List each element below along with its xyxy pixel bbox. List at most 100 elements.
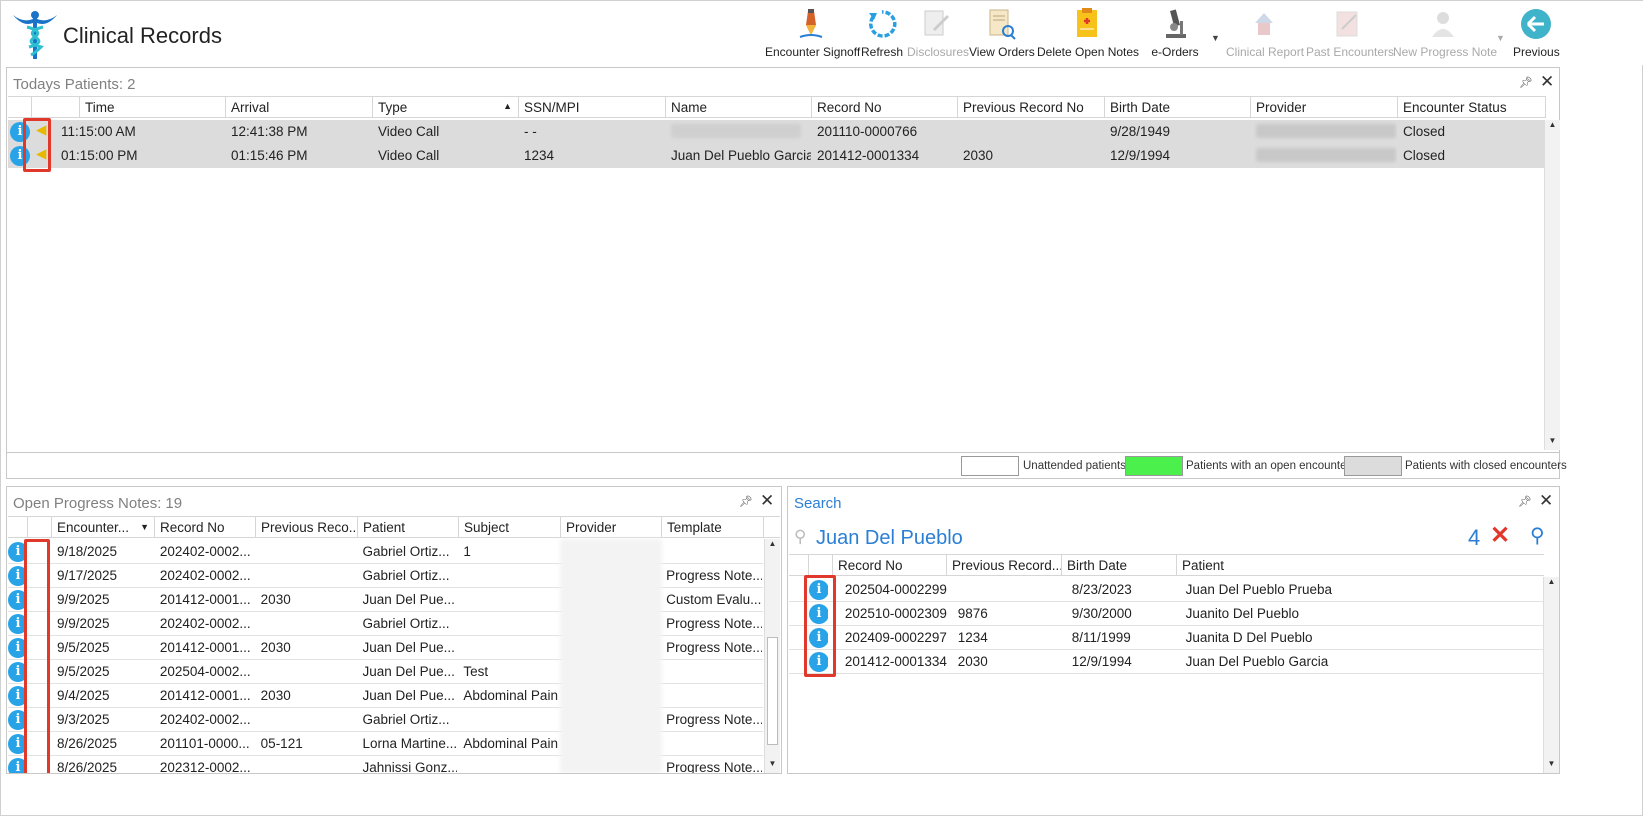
info-col-header (8, 97, 32, 117)
col-patient[interactable]: Patient (1177, 555, 1544, 575)
table-row[interactable]: i 201412-0001334 2030 12/9/1994 Juan Del Pue… (789, 650, 1544, 674)
record-no-cell: 201412-0001334 (817, 148, 920, 163)
subject-cell (458, 708, 560, 731)
disclosures-button[interactable]: Disclosures (907, 7, 969, 63)
arrival-cell: 12:41:38 PM (231, 124, 308, 139)
table-row[interactable]: i 202504-0002299 8/23/2023 Juan Del Pueblo … (789, 578, 1544, 602)
pin-icon[interactable]: 📌︎ (739, 495, 753, 508)
search-scrollbar[interactable]: ▲ ▼ (1543, 577, 1559, 773)
todays-patients-count: 2 (127, 76, 136, 93)
table-row[interactable]: i 202510-0002309 9876 9/30/2000 Juanito Del … (789, 602, 1544, 626)
col-patient[interactable]: Patient (358, 517, 459, 537)
col-time[interactable]: Time (80, 97, 226, 117)
patient-cell: Juan Del Pueblo Prueba (1185, 582, 1332, 597)
new-progress-note-dropdown-icon[interactable]: ▼ (1496, 33, 1505, 43)
col-encounter-status[interactable]: Encounter Status (1398, 97, 1546, 117)
birth-cell: 8/11/1999 (1071, 630, 1131, 645)
scroll-up-icon[interactable]: ▲ (765, 539, 780, 553)
record-cell: 201412-0001... (159, 592, 251, 607)
col-provider[interactable]: Provider (561, 517, 662, 537)
birth-date-cell: 9/28/1949 (1110, 124, 1171, 139)
close-icon[interactable]: ✕ (1539, 491, 1553, 511)
record-cell: 202402-0002... (159, 712, 251, 727)
subject-cell: 1 (463, 544, 471, 559)
prev-record-cell: 2030 (963, 148, 994, 163)
pin-icon[interactable]: 📌︎ (1519, 76, 1533, 89)
info-icons-highlight (24, 539, 50, 773)
legend-divider (7, 452, 1559, 453)
refresh-button[interactable]: Refresh (859, 7, 905, 63)
col-record-no[interactable]: Record No (833, 555, 947, 575)
past-encounters-button[interactable]: Past Encounters (1306, 7, 1395, 63)
close-icon[interactable]: ✕ (1540, 72, 1554, 92)
status-cell: Closed (1403, 148, 1446, 163)
col-record-no[interactable]: Record No (812, 97, 958, 117)
open-notes-scrollbar[interactable]: ▲ ▼ (764, 539, 780, 773)
record-cell: 202409-0002297 (844, 630, 947, 645)
col-encounter[interactable]: Encounter... ▼ (52, 517, 155, 537)
col-provider[interactable]: Provider (1251, 97, 1398, 117)
clinical-records-window: Clinical Records Encounter Signoff Refre… (0, 0, 1643, 816)
encounter-signoff-button[interactable]: Encounter Signoff (765, 7, 860, 63)
past-encounters-label: Past Encounters (1306, 45, 1395, 59)
legend-closed-label: Patients with closed encounters (1405, 460, 1567, 472)
sort-asc-icon: ▲ (503, 101, 512, 111)
new-progress-note-icon (1432, 12, 1454, 37)
subject-cell (458, 564, 560, 587)
table-row[interactable]: i 202409-0002297 1234 8/11/1999 Juanita D De… (789, 626, 1544, 650)
date-cell: 9/3/2025 (56, 712, 110, 727)
todays-patients-scrollbar[interactable]: ▲ ▼ (1544, 120, 1560, 450)
template-cell: Progress Note... (666, 568, 763, 583)
table-row[interactable]: i ◀︎ 11:15:00 AM 12:41:38 PM Video Call … (8, 120, 1546, 144)
open-progress-notes-panel: Open Progress Notes: 19 📌︎ ✕ Encounter...… (6, 486, 782, 774)
col-ssn[interactable]: SSN/MPI (519, 97, 666, 117)
scroll-thumb[interactable] (767, 637, 778, 745)
birth-cell: 9/30/2000 (1071, 606, 1132, 621)
subject-cell: Abdominal Pain (463, 688, 558, 703)
date-cell: 9/4/2025 (56, 688, 110, 703)
clinical-report-icon (1255, 13, 1273, 35)
delete-open-notes-button[interactable]: Delete Open Notes (1037, 7, 1139, 63)
pin-icon[interactable]: 📌︎ (1518, 495, 1532, 508)
patient-cell: Juanita D Del Pueblo (1185, 630, 1313, 645)
patient-cell: Jahnissi Gonz... (362, 760, 459, 774)
col-subject[interactable]: Subject (459, 517, 561, 537)
col-type[interactable]: Type ▲ (373, 97, 519, 117)
todays-patients-title: Todays Patients: 2 (13, 76, 136, 93)
name-cell: Juan Del Pueblo Garcia (671, 148, 812, 163)
provider-cell-redacted (1251, 120, 1398, 144)
table-row[interactable]: i ◀︎ 01:15:00 PM 01:15:46 PM Video Call … (8, 144, 1546, 168)
col-birth-date[interactable]: Birth Date (1105, 97, 1251, 117)
template-cell (661, 684, 763, 707)
name-cell-redacted (666, 120, 812, 144)
e-orders-button[interactable]: e-Orders (1145, 7, 1205, 63)
col-name[interactable]: Name (666, 97, 812, 117)
scroll-down-icon[interactable]: ▼ (1545, 436, 1560, 450)
birth-cell: 12/9/1994 (1071, 654, 1132, 669)
col-previous-record[interactable]: Previous Reco... (256, 517, 358, 537)
patient-cell: Juan Del Pueblo Garcia (1185, 654, 1329, 669)
col-record-no[interactable]: Record No (155, 517, 256, 537)
clear-search-icon[interactable]: ✕ (1490, 521, 1510, 550)
scroll-down-icon[interactable]: ▼ (765, 759, 780, 773)
search-magnifier-icon[interactable]: ⚲ (1530, 523, 1545, 548)
clinical-report-label: Clinical Report (1226, 45, 1305, 59)
col-previous-record-no[interactable]: Previous Record No (958, 97, 1105, 117)
col-previous-record[interactable]: Previous Record... (947, 555, 1062, 575)
col-birth-date[interactable]: Birth Date (1062, 555, 1177, 575)
col-template[interactable]: Template (662, 517, 764, 537)
clinical-report-button[interactable]: Clinical Report (1226, 7, 1305, 63)
e-orders-dropdown-icon[interactable]: ▼ (1211, 33, 1220, 43)
record-cell: 202402-0002... (159, 616, 251, 631)
previous-button[interactable]: Previous (1513, 7, 1560, 63)
caduceus-logo-icon (13, 11, 57, 59)
template-cell: Progress Note... (666, 712, 763, 727)
scroll-down-icon[interactable]: ▼ (1544, 759, 1559, 773)
date-cell: 9/5/2025 (56, 664, 110, 679)
scroll-up-icon[interactable]: ▲ (1544, 577, 1559, 591)
col-arrival[interactable]: Arrival (226, 97, 373, 117)
view-orders-button[interactable]: View Orders (969, 7, 1035, 63)
scroll-up-icon[interactable]: ▲ (1545, 120, 1560, 134)
new-progress-note-button[interactable]: New Progress Note (1393, 7, 1497, 63)
close-icon[interactable]: ✕ (760, 491, 774, 511)
